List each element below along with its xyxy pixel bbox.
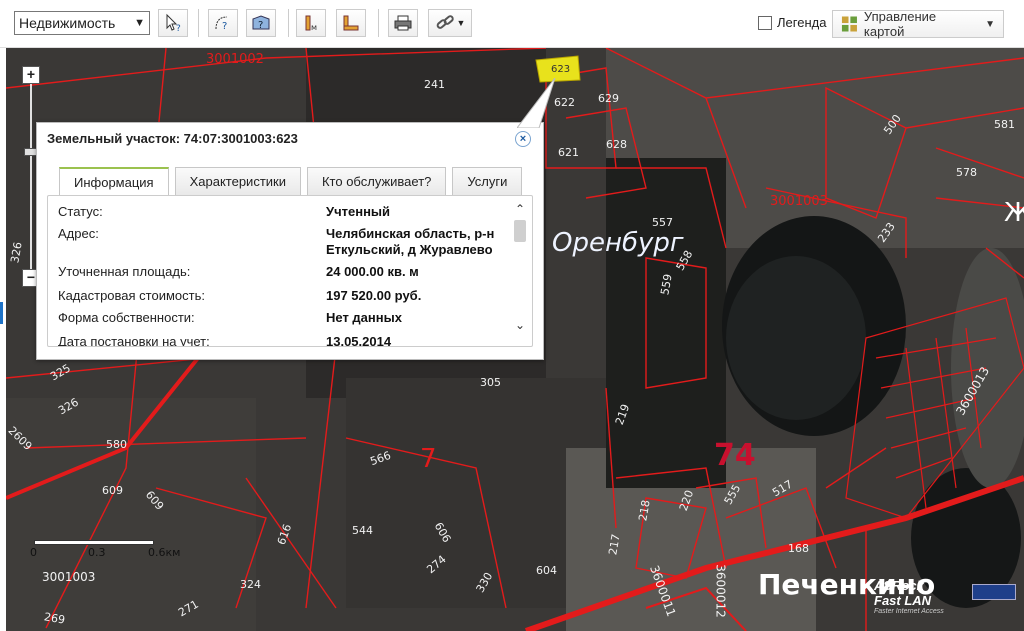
selected-parcel-label: 623 xyxy=(551,64,571,75)
parcel-label: 580 xyxy=(106,438,127,451)
printer-icon xyxy=(394,15,412,31)
info-key: Дата постановки на учет: xyxy=(58,334,210,347)
info-key: Адрес: xyxy=(58,226,99,241)
area-question-icon: ? xyxy=(215,16,227,32)
info-value: Учтенный xyxy=(326,204,391,219)
chevron-down-icon: ▼ xyxy=(985,18,995,30)
svg-text:?: ? xyxy=(176,24,181,33)
scale-tick: 0.3 xyxy=(88,546,106,559)
info-map-button[interactable]: ? xyxy=(246,9,276,37)
info-value: 24 000.00 кв. м xyxy=(326,264,419,279)
area-ruler-icon xyxy=(343,15,359,31)
asrock-watermark: ASRock Fast LAN Faster Internet Access xyxy=(848,578,958,618)
parcel-label: 604 xyxy=(536,564,557,577)
block-label: 3001003 xyxy=(42,570,96,584)
parcel-label: 168 xyxy=(788,542,809,555)
chevron-up-icon[interactable]: ⌃ xyxy=(512,202,528,216)
parcel-label: 581 xyxy=(994,118,1015,131)
parcel-label: 305 xyxy=(480,376,501,389)
measure-area-button[interactable] xyxy=(336,9,366,37)
block-label: 3600012 xyxy=(713,564,728,618)
district-label: 7 xyxy=(420,444,437,474)
tab-information[interactable]: Информация xyxy=(59,167,169,195)
tab-characteristics[interactable]: Характеристики xyxy=(174,167,301,195)
popup-title: Земельный участок: 74:07:3001003:623 xyxy=(47,131,298,146)
parcel-info-popup: Земельный участок: 74:07:3001003:623 × И… xyxy=(36,78,556,360)
parcel-label: 629 xyxy=(598,92,619,105)
scale-tick: 0 xyxy=(30,546,37,559)
parcel-label: 621 xyxy=(558,146,579,159)
parcel-label: 628 xyxy=(606,138,627,151)
chevron-down-icon: ▼ xyxy=(456,18,466,28)
info-value: 13.05.2014 xyxy=(326,334,392,347)
popup-tabs: Информация Характеристики Кто обслуживае… xyxy=(59,167,523,195)
legend-checkbox[interactable] xyxy=(758,15,772,30)
info-scrollbar[interactable]: ⌃ ⌄ xyxy=(512,202,528,332)
svg-text:?: ? xyxy=(222,21,227,32)
map-control-button[interactable]: Управление картой ▼ xyxy=(832,9,1004,39)
legend-label: Легенда xyxy=(777,15,827,30)
grid-layers-icon xyxy=(841,16,857,32)
chevron-down-icon: ▼ xyxy=(134,17,145,29)
chevron-down-icon[interactable]: ⌄ xyxy=(512,318,528,332)
zoom-slider[interactable] xyxy=(24,84,38,269)
svg-text:м: м xyxy=(311,23,317,32)
info-key: Кадастровая стоимость: xyxy=(58,288,205,303)
block-label: 3001002 xyxy=(206,52,264,67)
scroll-thumb[interactable] xyxy=(514,220,526,242)
overview-toggle[interactable] xyxy=(972,584,1016,600)
info-value: Челябинская область, р-н Еткульский, д Ж… xyxy=(326,226,495,257)
pointer-question-icon: ? xyxy=(166,13,181,33)
info-key: Статус: xyxy=(58,204,103,219)
layer-select-value: Недвижимость xyxy=(19,15,116,31)
search-area-button[interactable]: ? xyxy=(208,9,238,37)
asrock-line2: Fast LAN xyxy=(874,593,932,608)
parcel-label: 544 xyxy=(352,524,373,537)
info-value: Нет данных xyxy=(326,310,402,325)
map-control-label: Управление картой xyxy=(863,9,937,39)
zoom-in-button[interactable]: + xyxy=(22,66,40,84)
map-toolbar: Недвижимость ▼ ? ? ? м ▼ Легенда Управле… xyxy=(0,0,1024,48)
block-label: 3001003 xyxy=(770,194,828,209)
info-key: Форма собственности: xyxy=(58,310,195,325)
parcel-label: 578 xyxy=(956,166,977,179)
layer-select[interactable]: Недвижимость ▼ xyxy=(14,11,150,35)
map-letter-label: Ж xyxy=(1004,198,1024,228)
region-label: 74 xyxy=(714,438,756,473)
legend-toggle[interactable]: Легенда xyxy=(758,15,826,30)
scale-bar: 0 0.3 0.6км xyxy=(30,530,180,570)
share-link-button[interactable]: ▼ xyxy=(428,9,472,37)
measure-distance-button[interactable]: м xyxy=(296,9,326,37)
town-label-orenburg: Оренбург xyxy=(552,228,684,258)
map-question-icon: ? xyxy=(252,15,270,31)
info-key: Уточненная площадь: xyxy=(58,264,191,279)
popup-pointer xyxy=(517,78,556,128)
parcel-label: 241 xyxy=(424,78,445,91)
parcel-label: 622 xyxy=(554,96,575,109)
link-icon xyxy=(436,15,454,29)
info-value: 197 520.00 руб. xyxy=(326,288,422,303)
identify-tool-button[interactable]: ? xyxy=(158,9,188,37)
svg-text:?: ? xyxy=(258,20,263,31)
parcel-label: 324 xyxy=(240,578,261,591)
tab-who-serves[interactable]: Кто обслуживает? xyxy=(306,167,447,195)
close-icon[interactable]: × xyxy=(515,131,531,147)
parcel-label: 609 xyxy=(102,484,123,497)
side-indicator xyxy=(0,302,3,324)
asrock-line3: Faster Internet Access xyxy=(874,608,944,615)
asrock-line1: ASRock xyxy=(874,578,924,593)
tab-services[interactable]: Услуги xyxy=(452,167,523,195)
print-button[interactable] xyxy=(388,9,418,37)
information-panel: Статус: Учтенный Адрес: Челябинская обла… xyxy=(47,195,533,347)
ruler-icon: м xyxy=(305,15,317,32)
scale-tick: 0.6км xyxy=(148,546,181,559)
